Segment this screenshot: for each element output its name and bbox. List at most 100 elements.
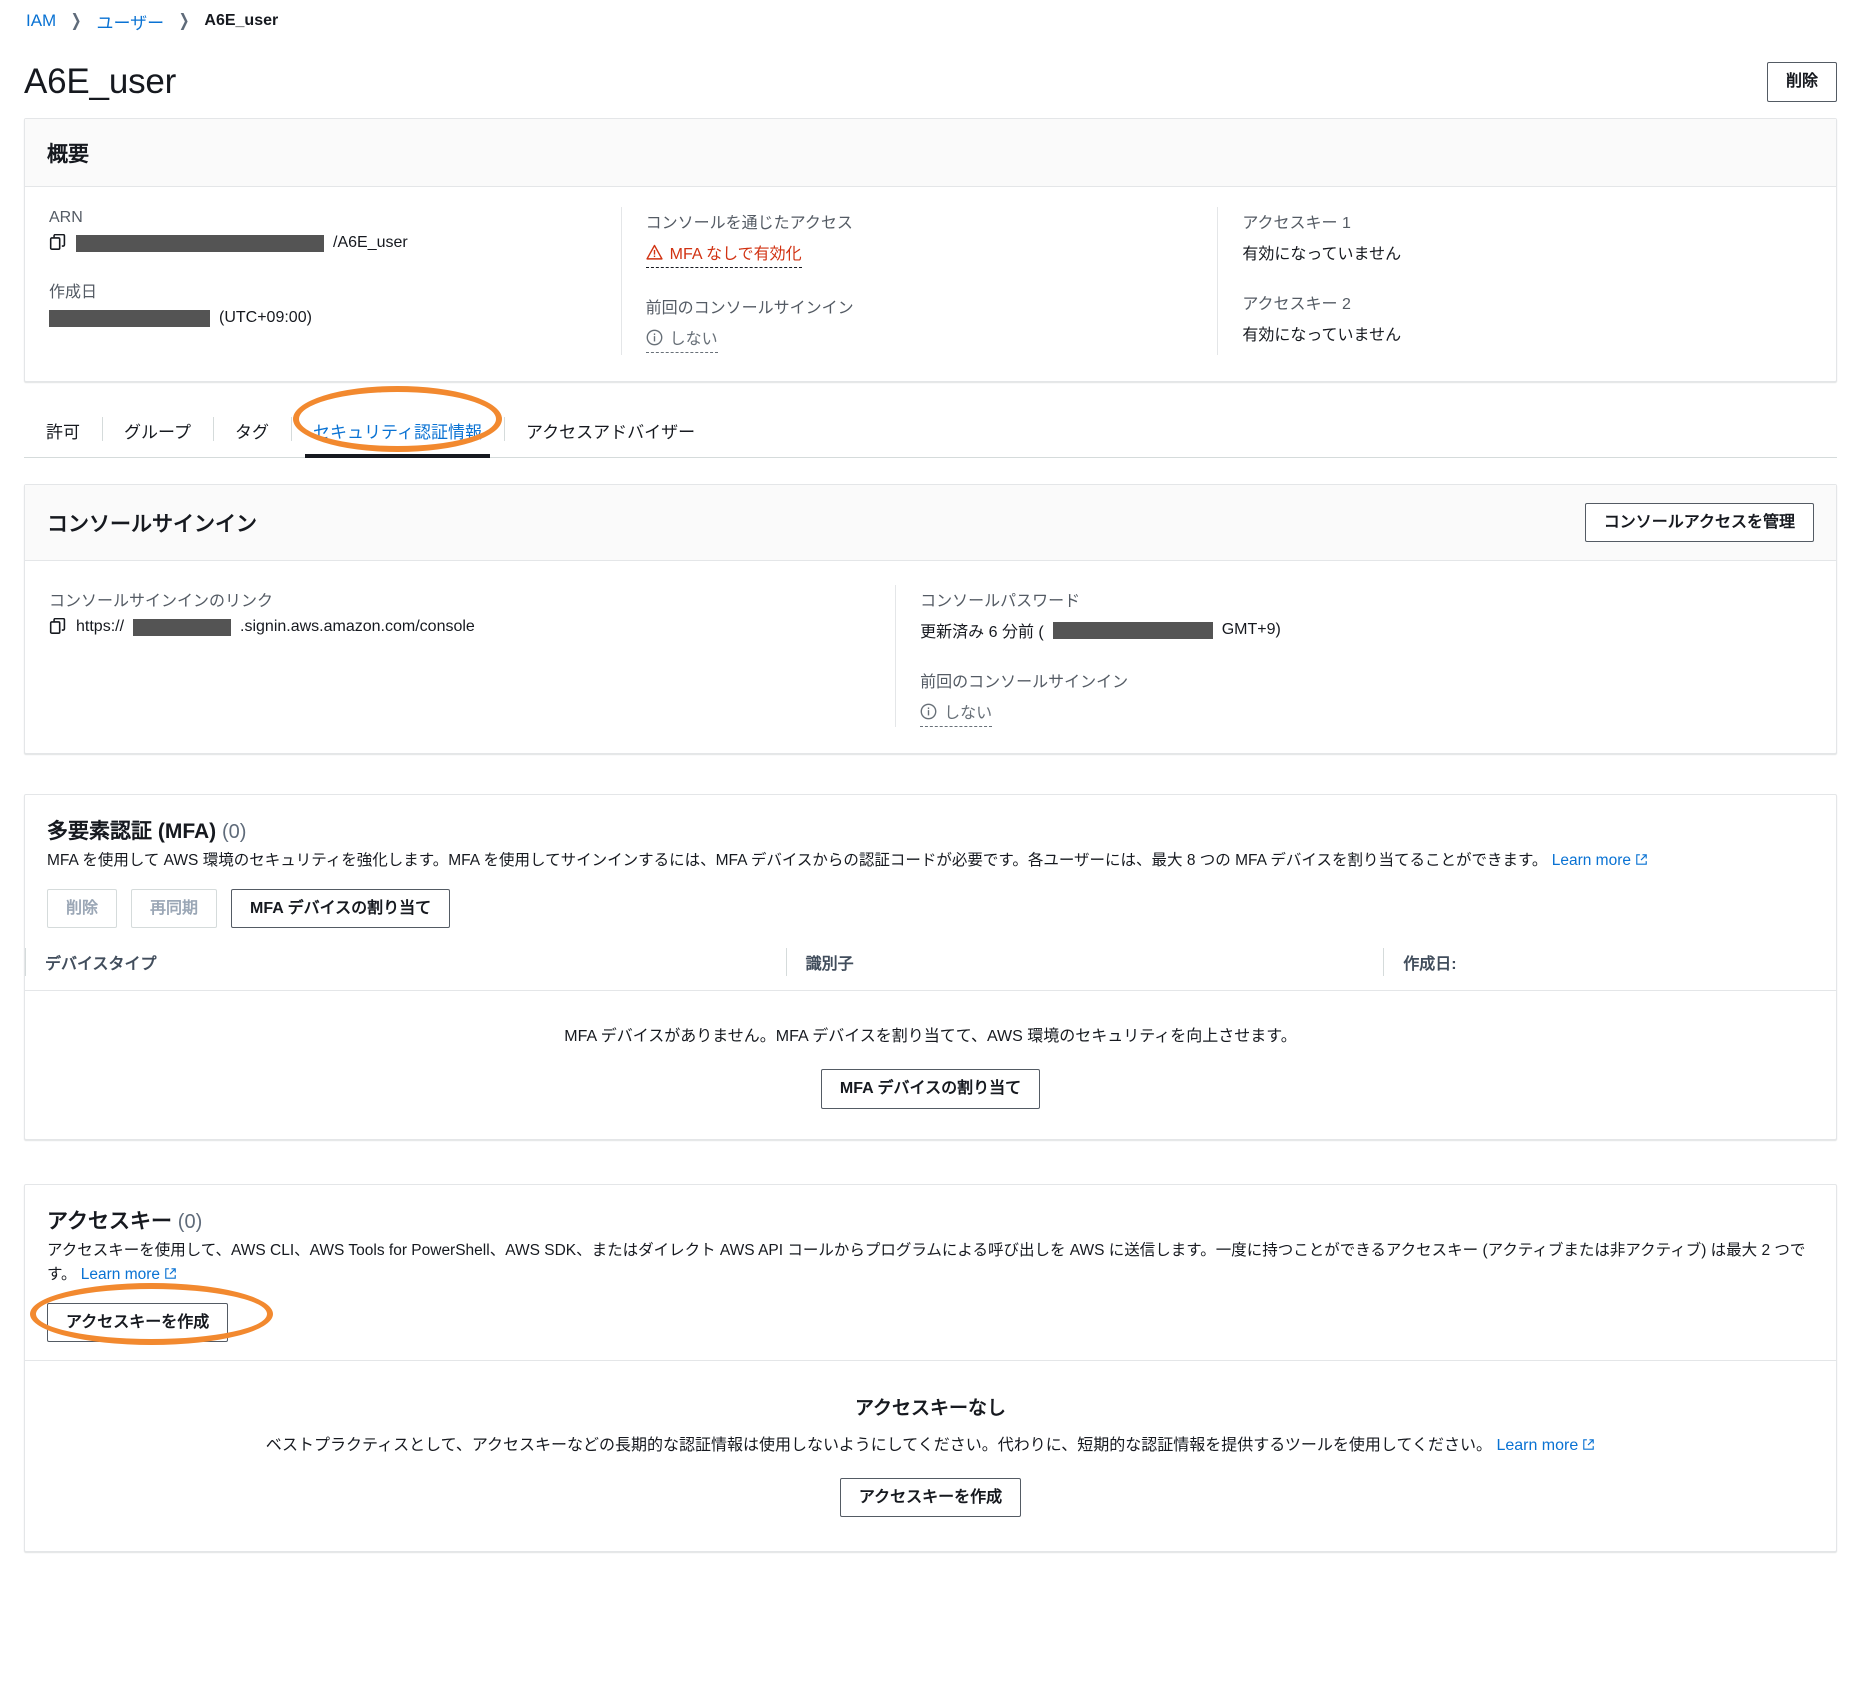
field-created-date-label: 作成日 bbox=[49, 278, 597, 302]
tab-tags[interactable]: タグ bbox=[213, 408, 291, 457]
field-access-key-2-value: 有効になっていません bbox=[1242, 321, 1401, 345]
mfa-learn-more-label: Learn more bbox=[1552, 852, 1631, 869]
access-keys-count: (0) bbox=[178, 1211, 202, 1233]
overview-card-header: 概要 bbox=[25, 119, 1836, 187]
mfa-delete-button[interactable]: 削除 bbox=[47, 889, 117, 928]
field-console-access-label: コンソールを通じたアクセス bbox=[646, 209, 1194, 233]
page-header: A6E_user 削除 bbox=[24, 46, 1837, 118]
overview-title: 概要 bbox=[47, 138, 89, 168]
breadcrumb-item-iam[interactable]: IAM bbox=[26, 11, 56, 31]
access-keys-empty-state: アクセスキーなし ベストプラクティスとして、アクセスキーなどの長期的な認証情報は… bbox=[25, 1361, 1836, 1551]
create-access-key-button[interactable]: アクセスキーを作成 bbox=[47, 1303, 228, 1342]
field-created-date-suffix: (UTC+09:00) bbox=[219, 309, 312, 327]
access-keys-card-body: アクセスキー (0) アクセスキーを使用して、AWS CLI、AWS Tools… bbox=[25, 1185, 1836, 1360]
field-last-console-signin-label: 前回のコンソールサインイン bbox=[646, 294, 1194, 318]
access-keys-learn-more-label: Learn more bbox=[81, 1266, 160, 1283]
manage-console-access-button[interactable]: コンソールアクセスを管理 bbox=[1585, 503, 1814, 542]
external-link-icon bbox=[1582, 1438, 1595, 1451]
mfa-title-row: 多要素認証 (MFA) (0) bbox=[47, 815, 1814, 845]
console-signin-card-body: コンソールサインインのリンク https://.signin.aws.amazo… bbox=[25, 561, 1836, 753]
console-last-signin-text: しない bbox=[944, 699, 992, 723]
access-keys-empty-learn-more-link[interactable]: Learn more bbox=[1496, 1437, 1595, 1454]
overview-column-identity: ARN /A6E_user 作成日 (UTC+09:00) bbox=[47, 207, 621, 355]
info-circle-icon bbox=[920, 703, 937, 720]
field-console-last-signin: 前回のコンソールサインイン しない bbox=[920, 668, 1790, 727]
external-link-icon bbox=[1635, 853, 1648, 866]
console-access-status-link[interactable]: MFA なしで有効化 bbox=[646, 240, 802, 268]
breadcrumb-separator-icon: ❯ bbox=[71, 11, 82, 31]
info-circle-icon bbox=[646, 329, 663, 346]
tab-list: 許可 グループ タグ セキュリティ認証情報 アクセスアドバイザー bbox=[24, 408, 1837, 458]
page-title: A6E_user bbox=[24, 62, 176, 102]
mfa-assign-device-button[interactable]: MFA デバイスの割り当て bbox=[231, 889, 450, 928]
breadcrumb-item-current: A6E_user bbox=[204, 12, 278, 30]
field-console-access: コンソールを通じたアクセス MFA なしで有効化 bbox=[646, 209, 1194, 268]
access-keys-title-row: アクセスキー (0) bbox=[47, 1205, 1814, 1235]
mfa-resync-button[interactable]: 再同期 bbox=[131, 889, 217, 928]
mfa-devices-table: デバイスタイプ 識別子 作成日: bbox=[25, 934, 1836, 991]
signin-link-suffix: .signin.aws.amazon.com/console bbox=[240, 618, 475, 636]
tab-groups[interactable]: グループ bbox=[102, 408, 213, 457]
access-keys-empty-create-button[interactable]: アクセスキーを作成 bbox=[840, 1478, 1021, 1517]
access-keys-empty-text-row: ベストプラクティスとして、アクセスキーなどの長期的な認証情報は使用しないようにし… bbox=[45, 1434, 1816, 1458]
console-password-prefix: 更新済み 6 分前 ( bbox=[920, 618, 1044, 642]
mfa-empty-assign-button[interactable]: MFA デバイスの割り当て bbox=[821, 1069, 1040, 1108]
mfa-empty-state: MFA デバイスがありません。MFA デバイスを割り当てて、AWS 環境のセキュ… bbox=[25, 991, 1836, 1138]
tab-access-advisor[interactable]: アクセスアドバイザー bbox=[504, 408, 717, 457]
mfa-card: 多要素認証 (MFA) (0) MFA を使用して AWS 環境のセキュリティを… bbox=[24, 794, 1837, 1139]
signin-link-prefix: https:// bbox=[76, 618, 124, 636]
delete-user-button[interactable]: 削除 bbox=[1767, 62, 1837, 101]
field-arn-label: ARN bbox=[49, 209, 597, 227]
copy-icon[interactable] bbox=[49, 618, 67, 636]
console-last-signin-link[interactable]: しない bbox=[920, 699, 992, 727]
overview-column-console: コンソールを通じたアクセス MFA なしで有効化 前回のコンソールサインイン bbox=[621, 207, 1218, 355]
mfa-column-created-date[interactable]: 作成日: bbox=[1383, 934, 1836, 991]
tab-security-credentials[interactable]: セキュリティ認証情報 bbox=[291, 408, 504, 457]
copy-icon[interactable] bbox=[49, 234, 67, 252]
access-keys-title: アクセスキー bbox=[47, 1210, 172, 1233]
field-access-key-2: アクセスキー 2 有効になっていません bbox=[1242, 290, 1790, 345]
external-link-icon bbox=[164, 1267, 177, 1280]
tab-permissions[interactable]: 許可 bbox=[24, 408, 102, 457]
console-signin-card: コンソールサインイン コンソールアクセスを管理 コンソールサインインのリンク h… bbox=[24, 484, 1837, 754]
field-access-key-2-label: アクセスキー 2 bbox=[1242, 290, 1790, 314]
mfa-empty-text: MFA デバイスがありません。MFA デバイスを割り当てて、AWS 環境のセキュ… bbox=[45, 1025, 1816, 1049]
mfa-count: (0) bbox=[222, 821, 246, 843]
overview-card-body: ARN /A6E_user 作成日 (UTC+09:00) bbox=[25, 187, 1836, 381]
page-root: IAM ❯ ユーザー ❯ A6E_user A6E_user 削除 概要 ARN bbox=[0, 0, 1861, 1552]
field-console-password-label: コンソールパスワード bbox=[920, 587, 1790, 611]
field-last-console-signin: 前回のコンソールサインイン しない bbox=[646, 294, 1194, 353]
access-keys-learn-more-link[interactable]: Learn more bbox=[81, 1266, 177, 1283]
field-console-last-signin-label: 前回のコンソールサインイン bbox=[920, 668, 1790, 692]
access-keys-button-row: アクセスキーを作成 bbox=[47, 1303, 1814, 1342]
created-date-redaction bbox=[49, 310, 210, 327]
overview-card: 概要 ARN /A6E_user 作成日 bbox=[24, 118, 1837, 382]
console-signin-column-password: コンソールパスワード 更新済み 6 分前 ( GMT+9) 前回のコンソールサイン… bbox=[895, 585, 1814, 727]
mfa-column-identifier[interactable]: 識別子 bbox=[786, 934, 1384, 991]
last-console-signin-link[interactable]: しない bbox=[646, 325, 718, 353]
mfa-description: MFA を使用して AWS 環境のセキュリティを強化します。MFA を使用してサ… bbox=[47, 852, 1547, 869]
mfa-description-row: MFA を使用して AWS 環境のセキュリティを強化します。MFA を使用してサ… bbox=[47, 849, 1814, 873]
field-access-key-1-label: アクセスキー 1 bbox=[1242, 209, 1790, 233]
breadcrumb-item-users[interactable]: ユーザー bbox=[96, 9, 164, 34]
mfa-learn-more-link[interactable]: Learn more bbox=[1552, 852, 1648, 869]
last-console-signin-text: しない bbox=[670, 325, 718, 349]
tabs-container: 許可 グループ タグ セキュリティ認証情報 アクセスアドバイザー bbox=[24, 408, 1837, 458]
mfa-card-body: 多要素認証 (MFA) (0) MFA を使用して AWS 環境のセキュリティを… bbox=[25, 795, 1836, 928]
mfa-title: 多要素認証 (MFA) bbox=[47, 820, 216, 843]
mfa-table-header-row: デバイスタイプ 識別子 作成日: bbox=[25, 934, 1836, 991]
breadcrumb: IAM ❯ ユーザー ❯ A6E_user bbox=[24, 0, 1837, 42]
access-keys-empty-learn-more-label: Learn more bbox=[1496, 1437, 1578, 1454]
signin-link-redaction bbox=[133, 619, 231, 636]
field-signin-link: コンソールサインインのリンク https://.signin.aws.amazo… bbox=[49, 587, 871, 636]
console-signin-column-link: コンソールサインインのリンク https://.signin.aws.amazo… bbox=[47, 585, 895, 727]
console-signin-title: コンソールサインイン bbox=[47, 508, 257, 538]
console-password-suffix: GMT+9) bbox=[1222, 621, 1281, 639]
breadcrumb-separator-icon: ❯ bbox=[179, 11, 190, 31]
field-access-key-1-value: 有効になっていません bbox=[1242, 240, 1401, 264]
mfa-button-row: 削除 再同期 MFA デバイスの割り当て bbox=[47, 889, 1814, 928]
mfa-column-device-type[interactable]: デバイスタイプ bbox=[25, 934, 786, 991]
arn-redaction bbox=[76, 235, 324, 252]
access-keys-empty-title: アクセスキーなし bbox=[45, 1393, 1816, 1420]
overview-column-access-keys: アクセスキー 1 有効になっていません アクセスキー 2 有効になっていません bbox=[1217, 207, 1814, 355]
